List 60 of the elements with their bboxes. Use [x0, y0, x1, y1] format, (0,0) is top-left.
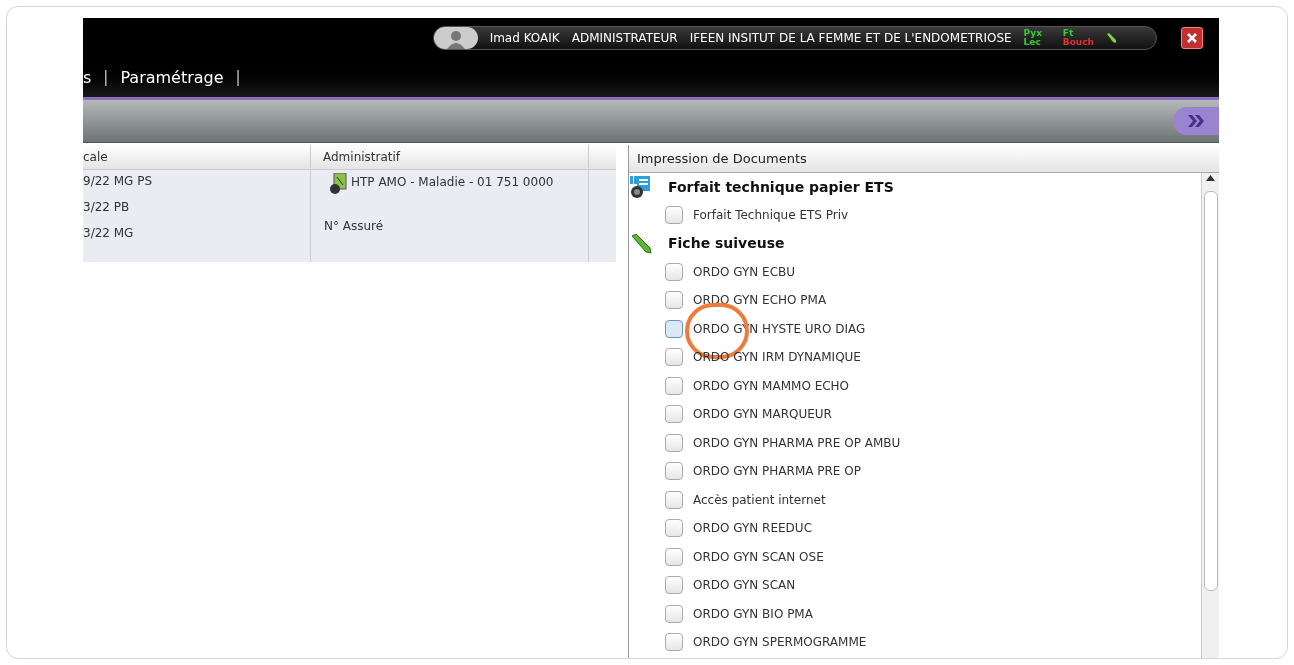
- document-label: ORDO GYN SCAN: [693, 577, 796, 595]
- checkbox[interactable]: [665, 633, 683, 652]
- checkbox[interactable]: [665, 547, 683, 566]
- checkbox[interactable]: [665, 291, 683, 310]
- document-label: ORDO GYN ECHO PMA: [693, 292, 827, 310]
- expand-button[interactable]: [1173, 107, 1219, 135]
- checkbox[interactable]: [665, 319, 683, 338]
- checkbox[interactable]: [665, 519, 683, 538]
- insurance-info: HTP AMO - Maladie - 01 751 0000: [351, 174, 554, 191]
- document-icon: [630, 175, 652, 199]
- status-code: Lec: [1023, 38, 1041, 47]
- checkbox[interactable]: [665, 405, 683, 424]
- document-label: ORDO GYN BIO PMA: [693, 605, 813, 623]
- document-label: ORDO GYN ECBU: [693, 263, 796, 281]
- document-label: ORDO GYN PHARMA PRE OP: [693, 463, 861, 481]
- user-avatar-icon: [433, 27, 478, 49]
- nav-separator: |: [235, 67, 241, 89]
- checkbox[interactable]: [665, 376, 683, 395]
- group-title: Forfait technique papier ETS: [668, 177, 894, 197]
- insured-number-label: N° Assuré: [324, 218, 385, 235]
- document-label: ORDO GYN REEDUC: [693, 520, 812, 538]
- status-code: Bouch: [1062, 38, 1094, 47]
- checkbox[interactable]: [665, 348, 683, 367]
- checkbox[interactable]: [665, 576, 683, 595]
- checkbox[interactable]: [665, 604, 683, 623]
- document-label: ORDO GYN SCAN OSE: [693, 548, 824, 566]
- insurance-card-icon: [329, 173, 347, 195]
- close-button[interactable]: [1181, 27, 1203, 49]
- pencil-icon: [630, 233, 652, 254]
- group-title: Fiche suiveuse: [668, 234, 785, 253]
- establishment-name: IFEEN INSITUT DE LA FEMME ET DE L'ENDOMETRIOSE: [689, 30, 1012, 47]
- document-label: ORDO GYN SPERMOGRAMME: [693, 634, 867, 652]
- scrollbar-thumb[interactable]: [1203, 191, 1218, 591]
- user-role: ADMINISTRATEUR: [571, 30, 678, 47]
- nav-link[interactable]: Paramétrage: [108, 65, 236, 90]
- table-cell-text: 9/22 MG PS: [83, 173, 154, 190]
- checkbox[interactable]: [665, 262, 683, 281]
- pencil-icon: [1106, 33, 1116, 43]
- checkbox[interactable]: [665, 462, 683, 481]
- user-name: Imad KOAIK: [489, 30, 560, 47]
- nav-link[interactable]: s: [83, 65, 104, 90]
- checkbox[interactable]: [665, 433, 683, 452]
- column-header: Administratif: [311, 145, 589, 169]
- nav-separator: |: [103, 67, 109, 89]
- column-header: cale: [83, 145, 311, 169]
- status-code: Pyx: [1023, 29, 1044, 38]
- status-code: Ft: [1062, 29, 1075, 38]
- document-label: Accès patient internet: [693, 491, 826, 509]
- panel-title: Impression de Documents: [629, 145, 1219, 173]
- document-label: ORDO GYN MARQUEUR: [693, 406, 832, 424]
- scroll-up-icon: [1206, 175, 1215, 181]
- document-label: Forfait Technique ETS Priv: [693, 207, 849, 225]
- double-chevron-icon: [1187, 114, 1205, 128]
- document-label: ORDO GYN MAMMO ECHO: [693, 377, 850, 395]
- close-icon: [1186, 32, 1198, 44]
- checkbox[interactable]: [665, 490, 683, 509]
- checkbox[interactable]: [665, 206, 683, 225]
- document-label: ORDO GYN PHARMA PRE OP AMBU: [693, 434, 901, 452]
- table-cell-text: 3/22 MG: [83, 225, 135, 242]
- table-cell-text: 3/22 PB: [83, 199, 131, 216]
